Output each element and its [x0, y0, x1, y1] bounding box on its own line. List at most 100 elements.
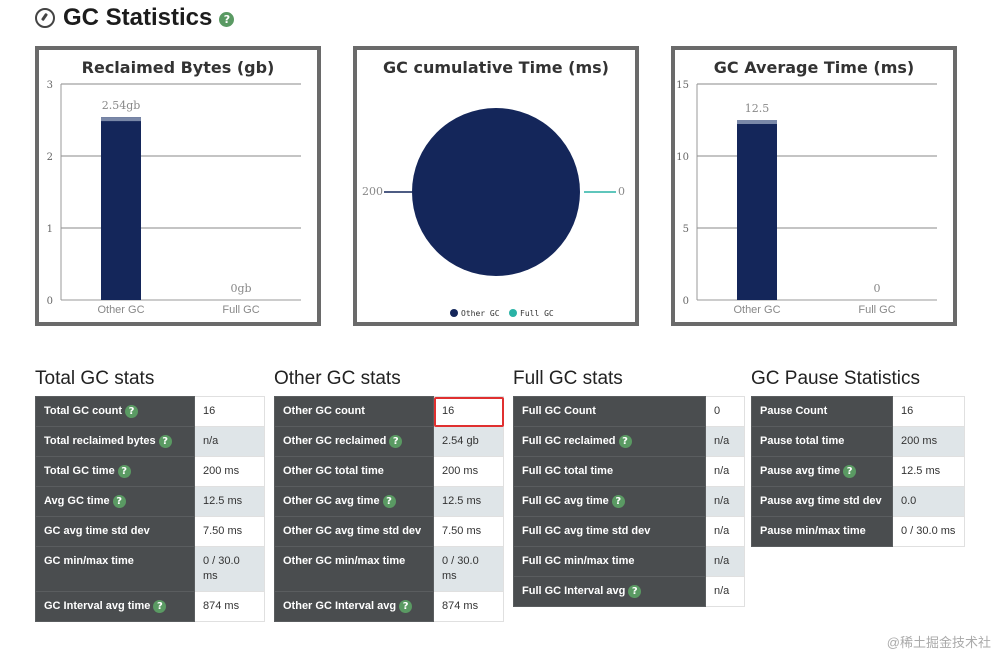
help-icon[interactable]: ? [219, 12, 235, 27]
page-header: GC Statistics ? [35, 4, 235, 32]
stat-value: 874 ms [433, 591, 504, 622]
chart-title: Reclaimed Bytes (gb) [82, 58, 275, 77]
y-tick-label: 0 [683, 296, 689, 307]
stat-label-text: Total GC count [44, 405, 123, 417]
help-icon[interactable]: ? [158, 434, 172, 448]
stat-value: n/a [194, 426, 265, 457]
stat-row: Full GC Count 0 [513, 396, 745, 427]
gauge-icon [35, 8, 55, 28]
stat-label-text: Pause avg time [760, 465, 841, 477]
stat-label: Full GC Interval avg? [513, 576, 706, 607]
stat-label: Avg GC time? [35, 486, 195, 517]
data-label: 0gb [230, 282, 251, 295]
stat-row: Pause avg time std dev 0.0 [751, 486, 965, 517]
stat-value: 7.50 ms [194, 516, 265, 547]
y-tick-label: 0 [47, 296, 53, 307]
stat-label-text: Other GC avg time [283, 495, 380, 507]
help-icon[interactable]: ? [389, 434, 403, 448]
stat-label: Full GC avg time? [513, 486, 706, 517]
bar [737, 120, 777, 300]
stat-label: Pause Count [751, 396, 893, 427]
stat-label: Full GC avg time std dev [513, 516, 706, 547]
stat-value: n/a [705, 576, 745, 607]
page-title: GC Statistics [63, 4, 213, 31]
stat-value: n/a [705, 426, 745, 457]
help-icon[interactable]: ? [399, 599, 413, 613]
stat-label: Full GC min/max time [513, 546, 706, 577]
stat-row: Full GC reclaimed? n/a [513, 426, 745, 457]
stat-value: n/a [705, 486, 745, 517]
stat-label-text: Full GC Interval avg [522, 585, 626, 597]
stat-label: Other GC total time [274, 456, 434, 487]
bar-top-highlight [101, 117, 141, 122]
watermark: @稀土掘金技术社 [886, 635, 991, 650]
y-tick-label: 10 [676, 152, 689, 163]
stat-label-text: Total reclaimed bytes [44, 435, 156, 447]
stat-value: 0 [705, 396, 745, 427]
help-icon[interactable]: ? [117, 464, 131, 478]
stat-row: Pause avg time? 12.5 ms [751, 456, 965, 487]
x-tick-label: Full GC [222, 304, 259, 316]
data-label: 200 [362, 185, 383, 198]
help-icon[interactable]: ? [382, 494, 396, 508]
x-tick-label: Other GC [733, 304, 780, 316]
stat-label-text: GC Interval avg time [44, 600, 151, 612]
help-icon[interactable]: ? [153, 599, 167, 613]
stat-label-text: Pause min/max time [760, 525, 866, 537]
stat-label: Full GC reclaimed? [513, 426, 706, 457]
gc-cumulative-time-chart: GC cumulative Time (ms) 200 0 Other GC Full … [353, 46, 639, 326]
help-icon[interactable]: ? [611, 494, 625, 508]
help-icon[interactable]: ? [125, 404, 139, 418]
stat-label: Other GC avg time std dev [274, 516, 434, 547]
legend-marker [450, 309, 458, 317]
stat-value: 0 / 30.0 ms [892, 516, 965, 547]
stat-label: Full GC Count [513, 396, 706, 427]
stat-label-text: Full GC Count [522, 405, 596, 417]
stat-label: Pause avg time std dev [751, 486, 893, 517]
y-tick-label: 2 [47, 152, 53, 163]
stat-label: Pause total time [751, 426, 893, 457]
stat-row: Other GC Interval avg? 874 ms [274, 591, 504, 622]
stat-row: Other GC count 16 [274, 396, 504, 427]
gc-average-time-svg: GC Average Time (ms) 0 5 10 15 12.5 Other GC 0 F… [676, 58, 937, 316]
stat-value: 16 [194, 396, 265, 427]
other-gc-stats-heading: Other GC stats [274, 368, 401, 389]
stat-row: Pause min/max time 0 / 30.0 ms [751, 516, 965, 547]
stat-label: Pause min/max time [751, 516, 893, 547]
stat-value: 16 [433, 396, 504, 427]
legend-label: Other GC [461, 309, 500, 318]
stat-row: Full GC min/max time n/a [513, 546, 745, 577]
stat-value: 0 / 30.0 ms [194, 546, 265, 592]
gc-cumulative-time-svg: GC cumulative Time (ms) 200 0 Other GC Full … [362, 58, 625, 318]
stat-label: GC Interval avg time? [35, 591, 195, 622]
stat-row: Other GC avg time? 12.5 ms [274, 486, 504, 517]
stat-label: Pause avg time? [751, 456, 893, 487]
legend-marker [509, 309, 517, 317]
full-gc-stats-section: Full GC stats Full GC Count 0 Full GC recl… [513, 368, 745, 607]
total-gc-stats-heading: Total GC stats [35, 368, 155, 389]
stat-label: Total reclaimed bytes? [35, 426, 195, 457]
total-gc-stats-table: Total GC count? 16 Total reclaimed bytes? n… [35, 396, 265, 622]
stat-label-text: Total GC time [44, 465, 115, 477]
stat-label-text: Other GC avg time std dev [283, 525, 422, 537]
stat-value: n/a [705, 456, 745, 487]
stat-row: GC Interval avg time? 874 ms [35, 591, 265, 622]
stat-row: Other GC reclaimed? 2.54 gb [274, 426, 504, 457]
total-gc-stats-section: Total GC stats Total GC count? 16 Total re… [35, 368, 265, 622]
stat-value: 16 [892, 396, 965, 427]
stat-label-text: GC min/max time [44, 555, 134, 567]
help-icon[interactable]: ? [112, 494, 126, 508]
stat-label-text: Pause avg time std dev [760, 495, 882, 507]
stat-label-text: Other GC reclaimed [283, 435, 387, 447]
data-label: 12.5 [745, 102, 770, 115]
stat-label-text: Avg GC time [44, 495, 110, 507]
stat-value: 12.5 ms [892, 456, 965, 487]
stat-row: Full GC Interval avg? n/a [513, 576, 745, 607]
stat-row: Other GC min/max time 0 / 30.0 ms [274, 546, 504, 592]
help-icon[interactable]: ? [843, 464, 857, 478]
chart-title: GC cumulative Time (ms) [383, 58, 609, 77]
help-icon[interactable]: ? [628, 584, 642, 598]
stat-row: GC avg time std dev 7.50 ms [35, 516, 265, 547]
help-icon[interactable]: ? [618, 434, 632, 448]
stat-row: Pause total time 200 ms [751, 426, 965, 457]
